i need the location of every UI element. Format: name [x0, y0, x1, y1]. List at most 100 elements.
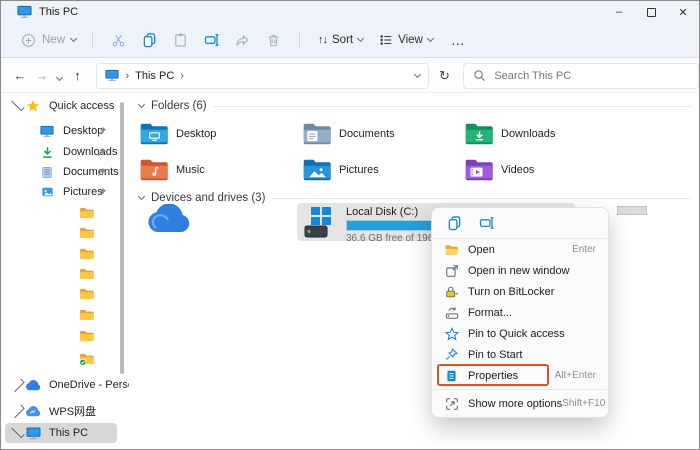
sidebar-item-onedrive[interactable]: OneDrive - Personal: [1, 375, 119, 395]
sidebar-item-pictures[interactable]: Pictures: [1, 182, 119, 202]
sidebar-item-folder[interactable]: [1, 284, 119, 304]
maximize-button[interactable]: [635, 1, 667, 23]
refresh-button[interactable]: ↻: [432, 68, 458, 84]
menu-item-open[interactable]: Open Enter: [432, 239, 608, 260]
maximize-icon: [647, 8, 656, 17]
section-rule: [272, 198, 691, 199]
search-input[interactable]: Search This PC: [463, 63, 699, 89]
pin-outline-icon: [444, 348, 459, 361]
sidebar-item-folder-synced[interactable]: [1, 349, 119, 369]
close-button[interactable]: ✕: [667, 1, 699, 23]
breadcrumb-location[interactable]: This PC: [135, 70, 174, 82]
cloud-drive-item[interactable]: [146, 204, 192, 234]
sidebar-item-folder[interactable]: [1, 203, 119, 223]
share-button[interactable]: [227, 28, 258, 52]
sidebar-item-folder[interactable]: [1, 326, 119, 346]
toolbar-separator: [299, 31, 300, 49]
disk-usage-fill: [347, 221, 442, 230]
breadcrumb[interactable]: › This PC ›: [96, 63, 428, 89]
folder-synced-icon: [78, 353, 94, 366]
view-button[interactable]: View: [371, 29, 441, 51]
copy-button[interactable]: [134, 28, 165, 52]
cut-button[interactable]: [103, 28, 134, 52]
rename-icon: [204, 32, 220, 48]
sidebar-item-this-pc[interactable]: This PC: [5, 423, 117, 443]
pin-icon: [97, 187, 107, 197]
onedrive-cloud-icon: [25, 380, 41, 391]
recent-locations-button[interactable]: [53, 68, 67, 83]
folder-tile-music[interactable]: Music: [140, 153, 298, 187]
folder-icon: [78, 268, 94, 280]
menu-item-properties[interactable]: Properties Alt+Enter: [432, 365, 608, 386]
show-more-options-icon: [444, 397, 459, 411]
sort-icon: ↑↓: [318, 34, 327, 46]
rename-button[interactable]: [196, 28, 227, 52]
music-folder-icon: [140, 158, 169, 182]
sidebar-item-folder[interactable]: [1, 264, 119, 284]
sidebar-item-desktop[interactable]: Desktop: [1, 121, 119, 141]
folder-tile-videos[interactable]: Videos: [465, 153, 623, 187]
pictures-folder-icon: [303, 158, 332, 182]
folder-tile-documents[interactable]: Documents: [303, 117, 461, 151]
title-bar: This PC – ✕: [1, 1, 699, 23]
document-icon: [39, 166, 55, 179]
folder-tile-desktop[interactable]: Desktop: [140, 117, 298, 151]
collapse-icon[interactable]: [138, 193, 145, 200]
chevron-right-icon[interactable]: [11, 378, 24, 391]
window-title: This PC: [39, 6, 78, 18]
chevron-down-icon[interactable]: [11, 98, 24, 111]
sidebar-item-folder[interactable]: [1, 244, 119, 264]
collapse-icon[interactable]: [138, 101, 145, 108]
pin-icon: [97, 147, 107, 157]
see-more-button[interactable]: …: [441, 32, 476, 48]
downloads-folder-icon: [465, 122, 494, 146]
folder-tile-downloads[interactable]: Downloads: [465, 117, 623, 151]
desktop-icon: [39, 125, 55, 138]
new-button[interactable]: New: [15, 29, 82, 52]
menu-item-show-more-options[interactable]: Show more options Shift+F10: [432, 393, 608, 414]
this-pc-icon: [105, 69, 119, 82]
sidebar-item-quick-access[interactable]: Quick access: [1, 96, 119, 116]
picture-icon: [39, 186, 55, 198]
context-menu: Open Enter Open in new window Turn on Bi…: [431, 207, 609, 418]
sidebar-scrollbar[interactable]: [120, 102, 124, 374]
sidebar-item-wps-cloud[interactable]: WPS网盘: [1, 401, 119, 421]
content-pane: Folders (6) Desktop Documents Downloads …: [129, 94, 699, 449]
pin-icon: [97, 126, 107, 136]
folder-icon: [78, 330, 94, 342]
menu-item-format[interactable]: Format...: [432, 302, 608, 323]
this-pc-icon: [25, 427, 41, 440]
sidebar-item-documents[interactable]: Documents: [1, 162, 119, 182]
toolbar-separator: [92, 31, 93, 49]
chevron-right-icon[interactable]: [11, 404, 24, 417]
rename-icon[interactable]: [479, 215, 495, 231]
up-button[interactable]: ↑: [67, 68, 89, 83]
folder-tile-pictures[interactable]: Pictures: [303, 153, 461, 187]
command-bar: New ↑↓ Sort View …: [1, 23, 699, 58]
star-outline-icon: [444, 327, 459, 341]
sidebar-item-folder[interactable]: [1, 305, 119, 325]
copy-icon[interactable]: [447, 215, 462, 231]
chevron-down-icon[interactable]: [11, 425, 24, 438]
delete-button[interactable]: [258, 28, 289, 52]
desktop-folder-icon: [140, 122, 169, 146]
sidebar-item-downloads[interactable]: Downloads: [1, 142, 119, 162]
back-button[interactable]: ←: [9, 68, 31, 83]
menu-item-turn-on-bitlocker[interactable]: Turn on BitLocker: [432, 281, 608, 302]
minimize-button[interactable]: –: [603, 1, 635, 23]
menu-item-open-new-window[interactable]: Open in new window: [432, 260, 608, 281]
sort-button[interactable]: ↑↓ Sort: [310, 30, 371, 50]
sidebar-item-folder[interactable]: [1, 223, 119, 243]
menu-separator: [433, 389, 607, 390]
folders-section-header[interactable]: Folders (6): [139, 98, 691, 114]
search-placeholder: Search This PC: [494, 70, 571, 82]
forward-button[interactable]: →: [31, 68, 53, 83]
address-dropdown-icon[interactable]: [413, 70, 420, 77]
copy-icon: [142, 32, 157, 48]
menu-item-pin-to-start[interactable]: Pin to Start: [432, 344, 608, 365]
format-drive-icon: [444, 306, 459, 320]
menu-item-pin-to-quick-access[interactable]: Pin to Quick access: [432, 323, 608, 344]
download-icon: [39, 146, 55, 159]
videos-folder-icon: [465, 158, 494, 182]
paste-button[interactable]: [165, 28, 196, 52]
